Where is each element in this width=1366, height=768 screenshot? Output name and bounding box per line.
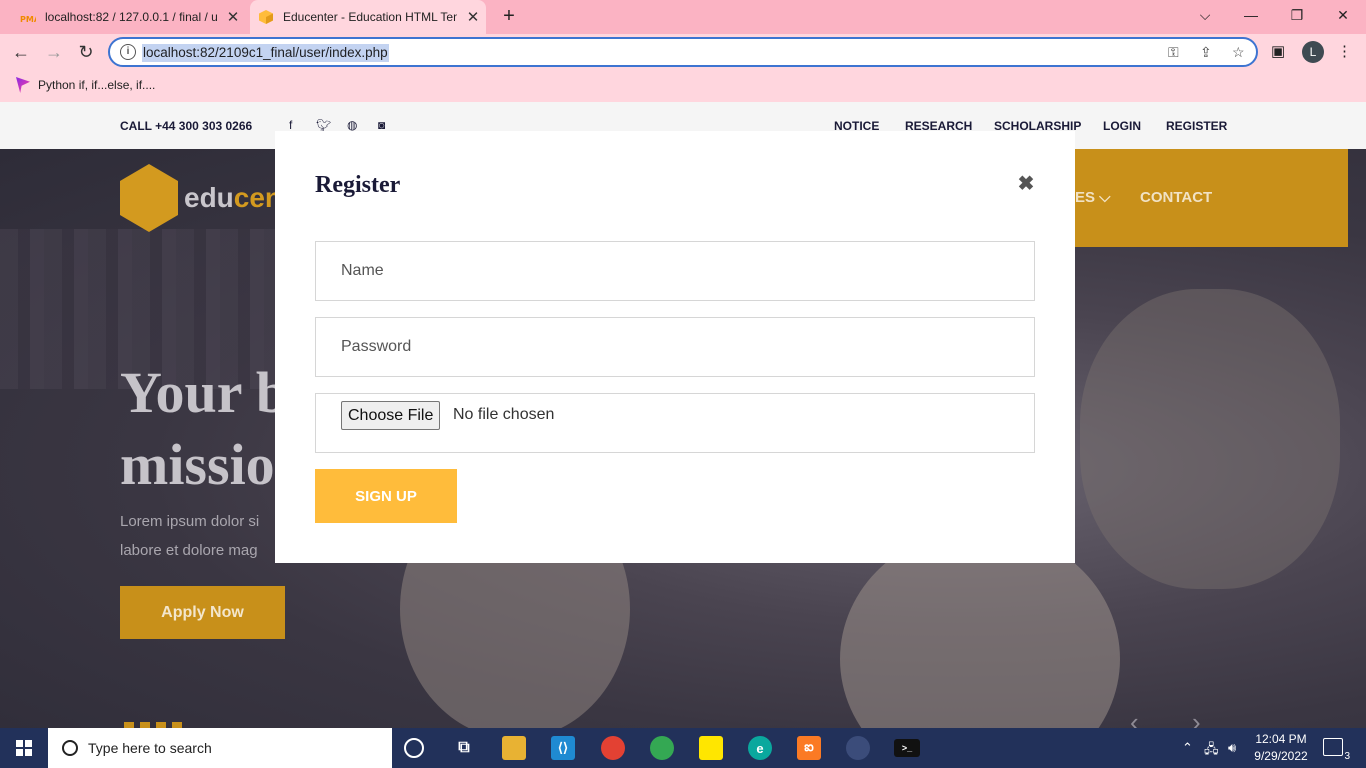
volume-icon[interactable]: 🔊︎ (1228, 740, 1236, 756)
taskbar-search[interactable]: Type here to search (48, 728, 392, 768)
tab-educenter[interactable]: Educenter - Education HTML Tem ✕ (250, 0, 486, 34)
register-modal: Register ✖ Choose File No file chosen SI… (275, 131, 1075, 563)
forward-icon[interactable]: → (43, 41, 65, 63)
edge-legacy-icon[interactable]: e (748, 736, 772, 760)
key-icon[interactable]: ⚿ (1168, 44, 1179, 61)
programiz-icon (16, 77, 30, 93)
profile-avatar[interactable]: L (1302, 41, 1324, 63)
name-input[interactable] (316, 242, 1034, 300)
notification-count: 3 (1344, 751, 1350, 762)
chrome-active-icon[interactable] (846, 736, 870, 760)
close-icon[interactable]: ✖ (1015, 171, 1037, 196)
browser-toolbar: ← → ↻ i localhost:82/2109c1_final/user/i… (0, 34, 1366, 70)
xampp-icon[interactable]: ఐ (797, 736, 821, 760)
restore-button[interactable]: ❐ (1274, 0, 1320, 30)
menu-icon[interactable]: ⋮ (1337, 42, 1352, 60)
tab-title: localhost:82 / 127.0.0.1 / final / u (45, 10, 217, 24)
bookmark-label: Python if, if...else, if.... (38, 78, 156, 92)
tab-phpmyadmin[interactable]: PMA localhost:82 / 127.0.0.1 / final / u… (20, 0, 248, 34)
tab-search-icon[interactable]: ⌵ (1182, 0, 1228, 30)
modal-title: Register (315, 172, 401, 198)
cortana-icon[interactable] (404, 738, 424, 758)
close-window-button[interactable]: ✕ (1320, 0, 1366, 30)
notification-center-icon[interactable]: 3 (1323, 738, 1350, 762)
tab-close-icon[interactable]: ✕ (225, 8, 241, 26)
file-status-text: No file chosen (453, 406, 555, 423)
system-clock[interactable]: 12:04 PM 9/29/2022 (1252, 731, 1310, 765)
sticky-notes-icon[interactable] (699, 736, 723, 760)
educenter-icon (259, 10, 273, 24)
back-icon[interactable]: ← (10, 41, 32, 63)
password-field[interactable] (315, 317, 1035, 377)
file-field: Choose File No file chosen (315, 393, 1035, 453)
password-input[interactable] (316, 318, 1034, 376)
vscode-icon[interactable]: ⟨⟩ (551, 736, 575, 760)
svg-text:PMA: PMA (20, 15, 36, 24)
name-field[interactable] (315, 241, 1035, 301)
sign-up-button[interactable]: SIGN UP (315, 469, 457, 523)
choose-file-button[interactable]: Choose File (341, 401, 441, 430)
chrome-icon[interactable] (650, 736, 674, 760)
browser-tab-bar: PMA localhost:82 / 127.0.0.1 / final / u… (0, 0, 1366, 34)
search-icon (62, 740, 78, 756)
tab-close-icon[interactable]: ✕ (465, 8, 481, 26)
address-bar[interactable]: i localhost:82/2109c1_final/user/index.p… (108, 37, 1258, 67)
bookmarks-bar: Python if, if...else, if.... (0, 70, 1366, 102)
search-placeholder: Type here to search (88, 740, 212, 756)
side-panel-icon[interactable]: ▣ (1271, 42, 1285, 60)
tab-title: Educenter - Education HTML Tem (283, 10, 457, 24)
terminal-icon[interactable]: >_ (894, 739, 920, 757)
bookmark-python-if[interactable]: Python if, if...else, if.... (16, 77, 155, 93)
share-icon[interactable]: ⇪ (1200, 44, 1212, 61)
minimize-button[interactable]: — (1228, 0, 1274, 30)
bookmark-star-icon[interactable]: ☆ (1232, 44, 1245, 61)
windows-icon (16, 740, 32, 756)
reload-icon[interactable]: ↻ (75, 41, 97, 63)
chrome-profile-icon[interactable] (601, 736, 625, 760)
windows-taskbar: Type here to search ⧉ ⟨⟩ e ఐ >_ ⌃ 🖧︎ 🔊︎ … (0, 728, 1366, 768)
file-explorer-icon[interactable] (502, 736, 526, 760)
url-text[interactable]: localhost:82/2109c1_final/user/index.php (142, 44, 389, 62)
phpmyadmin-icon: PMA (20, 15, 36, 24)
show-hidden-icons[interactable]: ⌃ (1182, 740, 1193, 756)
network-icon[interactable]: 🖧︎ (1204, 740, 1219, 762)
task-view-icon[interactable]: ⧉ (452, 736, 476, 760)
site-info-icon[interactable]: i (120, 44, 136, 60)
start-button[interactable] (0, 728, 48, 768)
new-tab-button[interactable]: + (499, 5, 519, 28)
